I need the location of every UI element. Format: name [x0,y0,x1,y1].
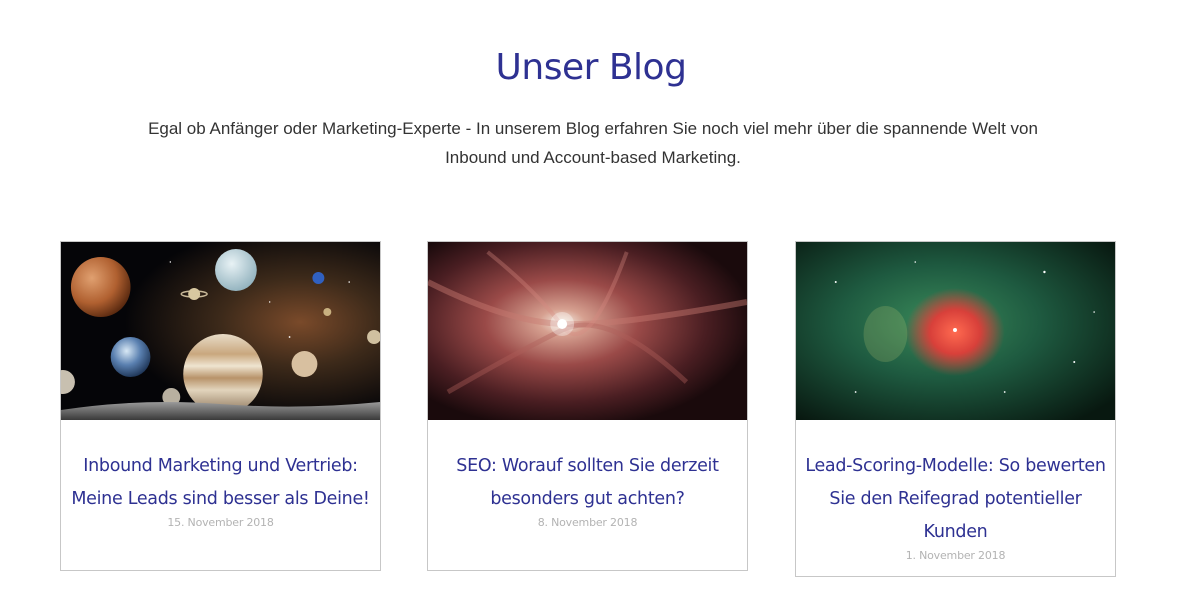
blog-post-card[interactable]: Inbound Marketing und Vertrieb: Meine Le… [60,241,381,571]
red-nebula-image[interactable] [428,242,747,420]
blog-post-title[interactable]: Lead-Scoring-Modelle: So bewerten Sie de… [804,450,1107,549]
page-title: Unser Blog [495,47,687,88]
planets-space-image[interactable] [61,242,380,420]
blog-post-date: 15. November 2018 [167,516,274,529]
blog-post-card[interactable]: SEO: Worauf sollten Sie derzeit besonder… [427,241,748,571]
blog-post-title[interactable]: Inbound Marketing und Vertrieb: Meine Le… [69,450,372,516]
green-red-nebula-image[interactable] [796,242,1115,420]
blog-intro-text: Egal ob Anfänger oder Marketing-Experte … [148,119,1038,167]
blog-post-date: 1. November 2018 [905,549,1006,562]
blog-post-title[interactable]: SEO: Worauf sollten Sie derzeit besonder… [436,450,739,516]
blog-post-date: 8. November 2018 [537,516,638,529]
blog-post-card[interactable]: Lead-Scoring-Modelle: So bewerten Sie de… [795,241,1116,577]
